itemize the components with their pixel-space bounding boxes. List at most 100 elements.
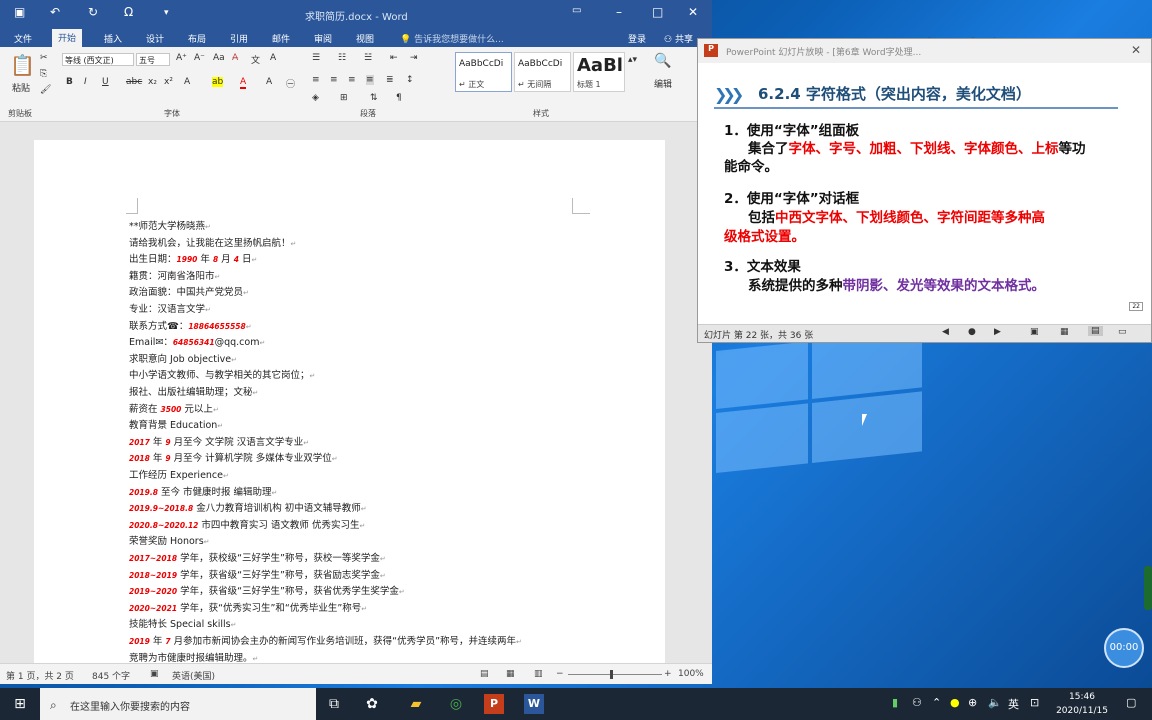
speaker-icon[interactable]: 🔈 <box>988 696 1002 709</box>
network-icon[interactable]: ⊕ <box>968 696 977 709</box>
tab-review[interactable]: 审阅 <box>308 30 338 47</box>
tab-mailings[interactable]: 邮件 <box>266 30 296 47</box>
document-line[interactable]: 2019~2020 学年，获省级“三好学生”称号，获省优秀学生奖学金↵ <box>129 583 405 597</box>
bold-button[interactable]: B <box>66 77 73 87</box>
decrease-indent-icon[interactable]: ⇤ <box>390 53 398 63</box>
document-line[interactable]: 2019.8 至今 市健康时报 编辑助理↵ <box>129 484 277 498</box>
tab-view[interactable]: 视图 <box>350 30 380 47</box>
document-line[interactable]: 竞聘为市健康时报编辑助理。↵ <box>129 650 258 663</box>
cut-icon[interactable]: ✂ <box>40 53 48 63</box>
italic-button[interactable]: I <box>84 77 87 87</box>
document-line[interactable]: 2017 年 9 月至今 文学院 汉语言文学专业↵ <box>129 434 309 448</box>
recorder-timer[interactable]: 00:00 <box>1104 628 1144 668</box>
text-effects-icon[interactable]: A <box>184 77 190 87</box>
numbering-icon[interactable]: ☷ <box>338 53 346 63</box>
close-icon[interactable]: ✕ <box>688 5 698 19</box>
tab-insert[interactable]: 插入 <box>98 30 128 47</box>
windows-start-icon[interactable]: ⊞ <box>10 694 30 714</box>
redo-icon[interactable]: ↻ <box>88 5 98 19</box>
clear-format-icon[interactable]: A̶ <box>232 53 238 63</box>
style-heading-1[interactable]: AaBl 标题 1 <box>573 52 625 92</box>
show-hidden-icons[interactable]: ⌃ <box>932 696 941 709</box>
bullets-icon[interactable]: ☰ <box>312 53 320 63</box>
tab-layout[interactable]: 布局 <box>182 30 212 47</box>
font-color-icon[interactable]: A <box>240 77 247 89</box>
notifications-icon[interactable]: ▢ <box>1126 696 1136 709</box>
login-link[interactable]: 登录 <box>622 30 652 47</box>
line-spacing-icon[interactable]: ↕ <box>406 75 414 85</box>
paste-icon[interactable]: 📋 <box>10 53 35 77</box>
document-line[interactable]: 2018 年 9 月至今 计算机学院 多媒体专业双学位↵ <box>129 450 338 464</box>
tab-file[interactable]: 文件 <box>8 30 38 47</box>
grow-font-icon[interactable]: A⁺ <box>176 53 187 63</box>
show-marks-icon[interactable]: ¶ <box>396 93 402 103</box>
zoom-in-icon[interactable]: + <box>664 669 672 679</box>
subscript-button[interactable]: x₂ <box>148 77 157 87</box>
zoom-slider-thumb[interactable] <box>610 670 613 679</box>
editing-button[interactable]: 编辑 <box>654 77 672 90</box>
taskbar-search[interactable]: ⌕ 在这里输入你要搜索的内容 <box>40 688 316 720</box>
ppt-close-icon[interactable]: ✕ <box>1131 43 1141 57</box>
character-shading-icon[interactable]: A <box>266 77 272 87</box>
tab-references[interactable]: 引用 <box>224 30 254 47</box>
people-icon[interactable]: ⚇ <box>912 696 922 709</box>
document-line[interactable]: 报社、出版社编辑助理；文秘↵ <box>129 384 258 398</box>
format-painter-icon[interactable]: 🖌 <box>40 85 51 95</box>
document-line[interactable]: 请给我机会，让我能在这里扬帆启航！↵ <box>129 235 296 249</box>
slideshow-view-icon[interactable]: ▭ <box>1118 327 1127 337</box>
menu-icon[interactable]: ● <box>968 327 976 337</box>
document-page[interactable]: **师范大学杨晓燕↵ 请给我机会，让我能在这里扬帆启航！↵ 出生日期：1990 年 … <box>34 140 665 663</box>
document-line[interactable]: 技能特长 Special skills↵ <box>129 616 236 630</box>
normal-view-icon[interactable]: ▣ <box>1030 327 1039 337</box>
tray-app-icon[interactable]: ● <box>950 696 960 709</box>
document-line[interactable]: 薪资在 3500 元以上↵ <box>129 401 219 415</box>
document-line[interactable]: 政治面貌：中国共产党党员↵ <box>129 284 249 298</box>
phonetic-guide-icon[interactable]: 文 <box>251 53 260 66</box>
document-line[interactable]: 2017~2018 学年，获校级“三好学生”称号，获校一等奖学金↵ <box>129 550 386 564</box>
change-case-icon[interactable]: Aa <box>213 53 225 63</box>
find-icon[interactable]: 🔍 <box>654 53 671 69</box>
read-mode-icon[interactable]: ▤ <box>480 669 489 679</box>
shading-icon[interactable]: ◈ <box>312 93 319 103</box>
proofing-icon[interactable]: ▣ <box>150 669 159 679</box>
ime-indicator[interactable]: 英 <box>1008 696 1019 712</box>
task-view-icon[interactable]: ⧉ <box>324 694 344 714</box>
styles-scroll-icon[interactable]: ▴▾ <box>628 55 637 65</box>
multilevel-list-icon[interactable]: ☱ <box>364 53 372 63</box>
ribbon-display-options-icon[interactable]: ▭ <box>572 5 581 16</box>
style-no-spacing[interactable]: AaBbCcDi ↵ 无间隔 <box>514 52 571 92</box>
increase-indent-icon[interactable]: ⇥ <box>410 53 418 63</box>
document-line[interactable]: 2019 年 7 月参加市新闻协会主办的新闻写作业务培训班，获得“优秀学员”称号… <box>129 633 522 647</box>
enclose-characters-icon[interactable]: ㊀ <box>286 77 295 90</box>
save-icon[interactable]: ▣ <box>14 5 25 19</box>
strikethrough-button[interactable]: abc <box>126 77 142 87</box>
document-line[interactable]: **师范大学杨晓燕↵ <box>129 218 211 232</box>
document-line[interactable]: 工作经历 Experience↵ <box>129 467 229 481</box>
sort-icon[interactable]: ⇅ <box>370 93 378 103</box>
customize-quick-access-icon[interactable]: ▾ <box>164 8 169 18</box>
reading-view-icon[interactable]: ▤ <box>1088 326 1103 336</box>
underline-button[interactable]: U <box>102 77 109 87</box>
align-right-icon[interactable]: ≡ <box>348 75 356 85</box>
next-slide-icon[interactable]: ▶ <box>994 327 1001 337</box>
borders-icon[interactable]: ⊞ <box>340 93 348 103</box>
language-indicator[interactable]: 英语(美国) <box>172 669 215 682</box>
minimize-icon[interactable]: – <box>616 5 622 19</box>
input-mode-icon[interactable]: ⊡ <box>1030 696 1039 709</box>
zoom-out-icon[interactable]: − <box>556 669 564 679</box>
taskbar-clock[interactable]: 15:46 2020/11/15 <box>1052 690 1112 718</box>
document-line[interactable]: 2020~2021 学年，获“优秀实习生”和“优秀毕业生”称号↵ <box>129 600 367 614</box>
document-line[interactable]: 专业：汉语言文学↵ <box>129 301 211 315</box>
document-line[interactable]: 求职意向 Job objective↵ <box>129 351 237 365</box>
undo-icon[interactable]: ↶ <box>50 5 60 19</box>
symbol-icon[interactable]: Ω <box>124 5 133 19</box>
share-button[interactable]: ⚇ 共享 <box>658 30 699 47</box>
font-size-select[interactable]: 五号 <box>136 53 170 66</box>
tell-me-search[interactable]: 💡 告诉我您想要做什么... <box>400 32 504 45</box>
align-left-icon[interactable]: ≡ <box>312 75 320 85</box>
word-taskbar-icon[interactable]: W <box>524 694 544 714</box>
document-line[interactable]: 荣誉奖励 Honors↵ <box>129 533 210 547</box>
justify-icon[interactable]: ≡ <box>366 75 374 85</box>
document-line[interactable]: 教育背景 Education↵ <box>129 417 223 431</box>
maximize-icon[interactable]: □ <box>652 5 663 19</box>
